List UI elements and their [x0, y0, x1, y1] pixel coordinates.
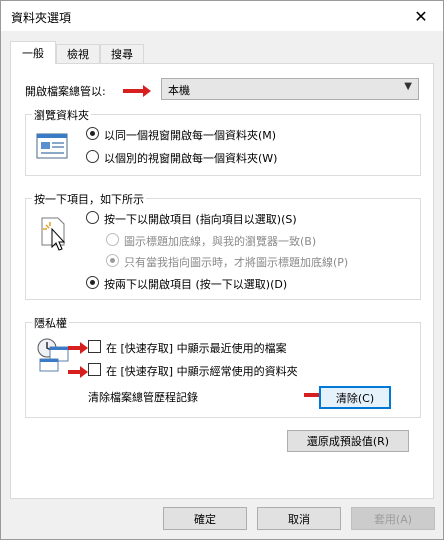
- ok-button[interactable]: 確定: [163, 507, 247, 530]
- clear-history-label: 清除檔案總管歷程記錄: [88, 391, 198, 404]
- tab-view[interactable]: 檢視: [56, 44, 100, 63]
- restore-defaults-button[interactable]: 還原成預設值(R): [287, 430, 409, 452]
- open-with-select[interactable]: 本機 ▼: [161, 78, 419, 100]
- separate-window-label: 以個別的視窗開啟每一個資料夾(W): [104, 152, 278, 165]
- folder-options-dialog: 資料夾選項 ✕ 一般 檢視 搜尋 開啟檔案總管以: 本機 ▼ 瀏覽資料夾 以同一…: [0, 0, 444, 540]
- same-window-label: 以同一個視窗開啟每一個資料夾(M): [104, 129, 277, 142]
- tab-general[interactable]: 一般: [10, 41, 56, 64]
- double-click-radio[interactable]: [86, 276, 99, 289]
- close-button[interactable]: ✕: [399, 1, 443, 31]
- cancel-button[interactable]: 取消: [257, 507, 341, 530]
- single-click-radio[interactable]: [86, 211, 99, 224]
- apply-button[interactable]: 套用(A): [351, 507, 435, 530]
- underline-hover-label: 只有當我指向圖示時，才將圖示標題加底線(P): [124, 256, 349, 269]
- browse-folders-group: 瀏覽資料夾 以同一個視窗開啟每一個資料夾(M) 以個別的視窗開啟每一個資料夾(W…: [25, 107, 421, 176]
- chevron-down-icon: ▼: [404, 81, 412, 92]
- open-with-label: 開啟檔案總管以:: [25, 85, 106, 98]
- clear-history-button[interactable]: 清除(C): [319, 386, 391, 409]
- same-window-radio[interactable]: [86, 127, 99, 140]
- history-clock-icon: [37, 338, 69, 372]
- close-icon: ✕: [414, 6, 428, 26]
- title-bar: 資料夾選項 ✕: [1, 1, 443, 31]
- click-items-title: 按一下項目，如下所示: [32, 191, 146, 207]
- tab-search[interactable]: 搜尋: [100, 44, 144, 63]
- frequent-folders-label: 在 [快速存取] 中顯示經常使用的資料夾: [106, 365, 298, 378]
- underline-consistent-radio[interactable]: [106, 233, 119, 246]
- frequent-folders-checkbox[interactable]: [88, 363, 101, 376]
- annotation-arrow: [68, 342, 88, 354]
- underline-consistent-label: 圖示標題加底線，與我的瀏覽器一致(B): [124, 235, 317, 248]
- separate-window-radio[interactable]: [86, 150, 99, 163]
- general-tab-panel: 開啟檔案總管以: 本機 ▼ 瀏覽資料夾 以同一個視窗開啟每一個資料夾(M) 以個…: [10, 63, 434, 499]
- single-click-label: 按一下以開啟項目 (指向項目以選取)(S): [104, 213, 297, 226]
- folder-window-icon: [36, 133, 68, 159]
- annotation-arrow: [68, 366, 88, 378]
- browse-folders-title: 瀏覽資料夾: [32, 107, 91, 123]
- double-click-label: 按兩下以開啟項目 (按一下以選取)(D): [104, 278, 288, 291]
- underline-hover-radio[interactable]: [106, 254, 119, 267]
- privacy-title: 隱私權: [32, 315, 69, 331]
- pointer-click-icon: [41, 217, 66, 251]
- recent-files-label: 在 [快速存取] 中顯示最近使用的檔案: [106, 342, 287, 355]
- annotation-arrow: [123, 85, 151, 97]
- click-items-group: 按一下項目，如下所示 按一下以開啟項目 (指向項目以選取)(S) 圖示標題加底線…: [25, 191, 421, 300]
- open-with-value: 本機: [168, 84, 190, 97]
- recent-files-checkbox[interactable]: [88, 340, 101, 353]
- window-title: 資料夾選項: [11, 11, 72, 25]
